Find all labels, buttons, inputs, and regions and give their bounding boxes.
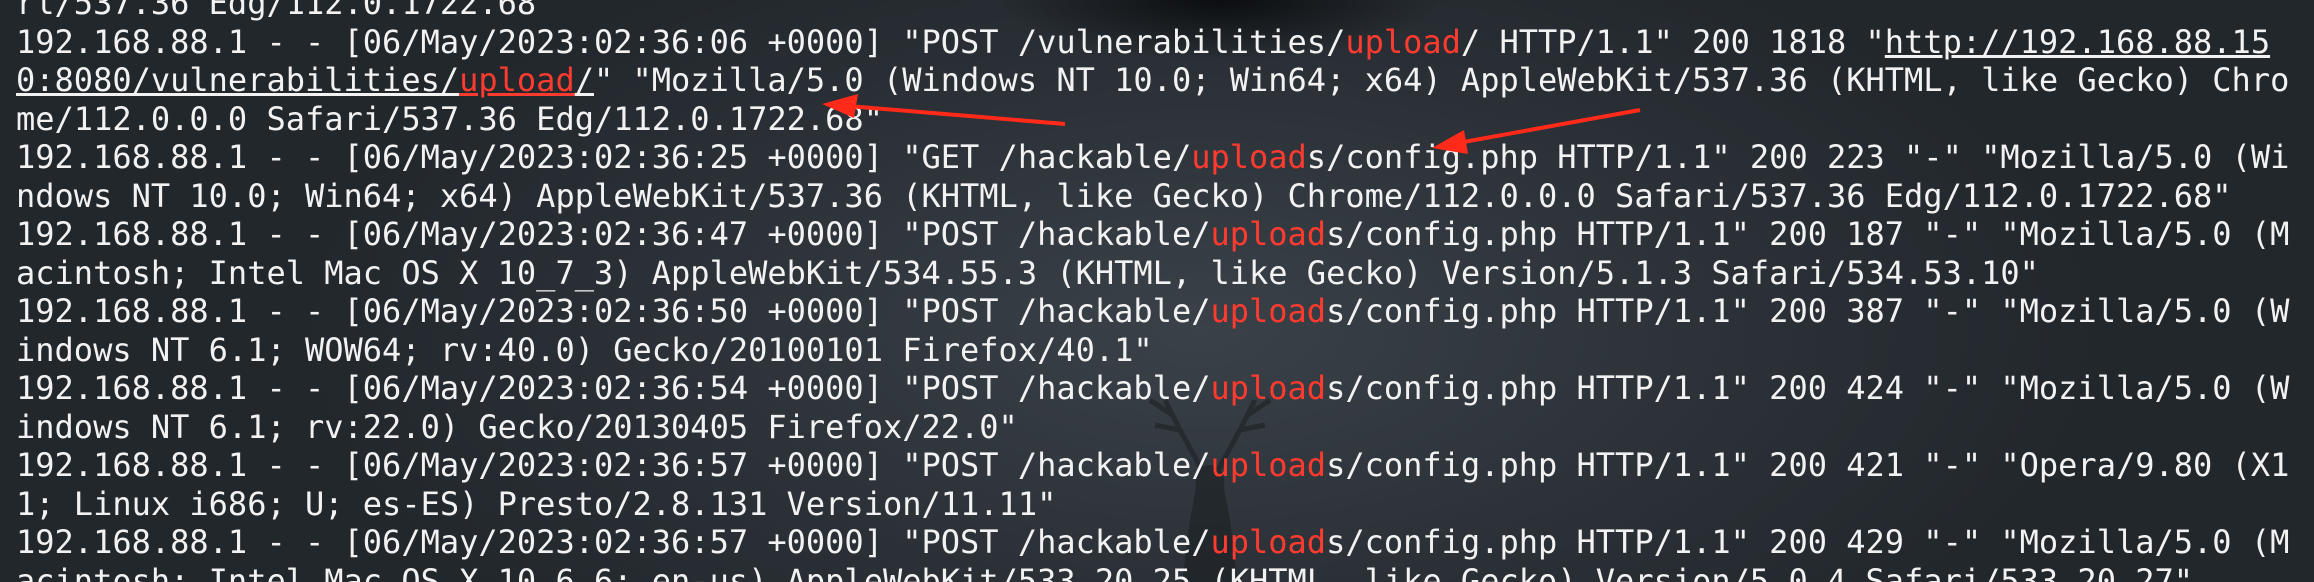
highlighted-term: upload (1210, 215, 1327, 253)
log-text: 192.168.88.1 - - [06/May/2023:02:36:50 +… (16, 292, 1211, 330)
log-line: 192.168.88.1 - - [06/May/2023:02:36:54 +… (16, 369, 2306, 446)
highlighted-term: upload (1210, 446, 1327, 484)
highlighted-term: upload (1191, 138, 1307, 176)
highlighted-term: upload (1210, 292, 1327, 330)
log-text: 192.168.88.1 - - [06/May/2023:02:36:54 +… (16, 369, 1211, 407)
log-text: 192.168.88.1 - - [06/May/2023:02:36:47 +… (16, 215, 1211, 253)
log-text: rl/537.36 Edg/112.0.1722.68" (16, 0, 556, 22)
highlighted-term: upload (1345, 22, 1461, 61)
log-text: 192.168.88.1 - - [06/May/2023:02:36:57 +… (16, 446, 1211, 484)
highlighted-term: upload (1210, 523, 1327, 561)
log-line: 192.168.88.1 - - [06/May/2023:02:36:50 +… (16, 292, 2306, 369)
referrer-url-link[interactable]: / (575, 61, 594, 99)
log-text: / HTTP/1.1" 200 1818 " (1460, 22, 1885, 61)
highlighted-term: upload (1210, 369, 1327, 407)
terminal-window: rl/537.36 Edg/112.0.1722.68" 192.168.88.1… (0, 0, 2314, 582)
log-line: 192.168.88.1 - - [06/May/2023:02:36:57 +… (16, 523, 2306, 582)
log-line: 192.168.88.1 - - [06/May/2023:02:36:57 +… (16, 446, 2306, 523)
log-line: 192.168.88.1 - - [06/May/2023:02:36:06 +… (16, 23, 2306, 139)
log-text: 192.168.88.1 - - [06/May/2023:02:36:57 +… (16, 523, 1211, 561)
highlighted-url-term[interactable]: upload (459, 61, 575, 99)
log-text: 192.168.88.1 - - [06/May/2023:02:36:25 +… (16, 138, 1192, 176)
log-line: rl/537.36 Edg/112.0.1722.68" (16, 0, 2306, 23)
log-line: 192.168.88.1 - - [06/May/2023:02:36:47 +… (16, 215, 2306, 292)
log-text: 192.168.88.1 - - [06/May/2023:02:36:06 +… (16, 22, 1346, 61)
log-line: 192.168.88.1 - - [06/May/2023:02:36:25 +… (16, 138, 2306, 215)
log-output: rl/537.36 Edg/112.0.1722.68" 192.168.88.1… (16, 0, 2306, 582)
